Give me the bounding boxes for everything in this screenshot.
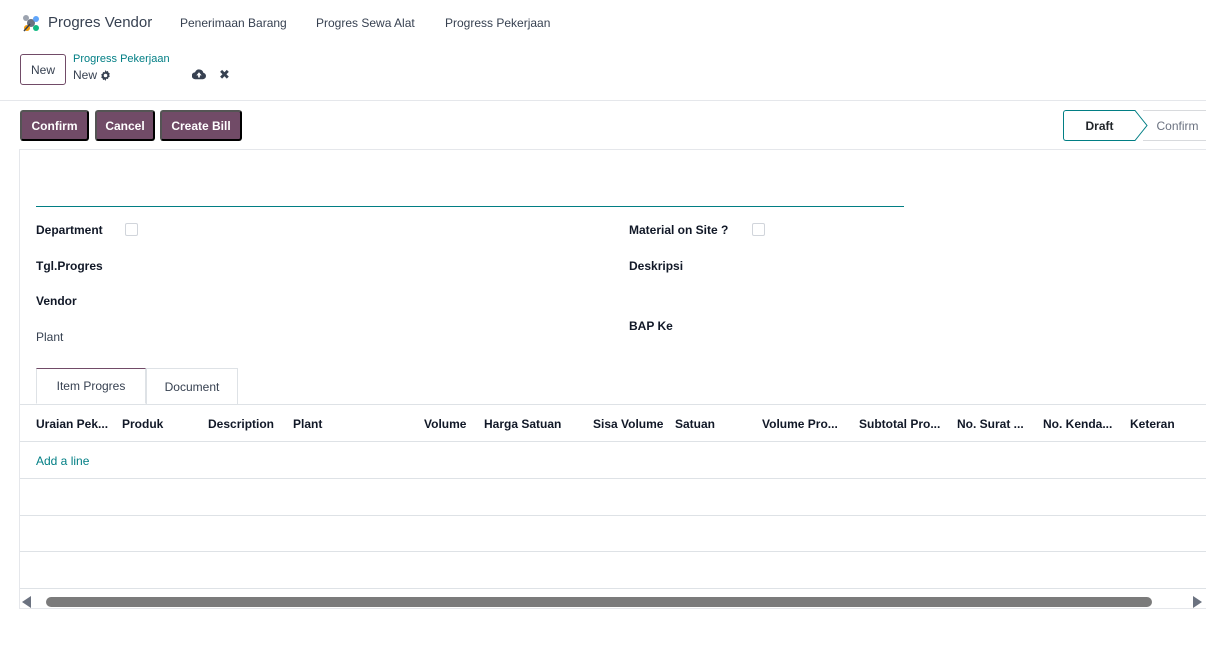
column-no-kendaraan[interactable]: No. Kenda... <box>1043 417 1112 431</box>
column-keterangan[interactable]: Keteran <box>1130 417 1204 431</box>
row-divider <box>20 588 1206 589</box>
header-divider <box>20 441 1206 442</box>
close-icon[interactable]: ✖ <box>219 67 230 83</box>
scroll-right-arrow-icon[interactable] <box>1193 596 1202 608</box>
menu-progress-pekerjaan[interactable]: Progress Pekerjaan <box>445 16 550 30</box>
tgl-progres-label: Tgl.Progres <box>36 259 103 273</box>
column-volume-progres[interactable]: Volume Pro... <box>762 417 838 431</box>
cloud-upload-icon[interactable] <box>192 68 206 80</box>
record-name: New <box>73 68 111 82</box>
name-input[interactable] <box>36 206 904 207</box>
new-button[interactable]: New <box>20 54 66 85</box>
column-produk[interactable]: Produk <box>122 417 163 431</box>
app-logo-icon[interactable] <box>20 12 42 34</box>
material-on-site-checkbox[interactable] <box>752 223 765 236</box>
gear-icon[interactable] <box>100 69 111 81</box>
app-title[interactable]: Progres Vendor <box>48 14 152 31</box>
status-confirm[interactable]: Confirm <box>1143 110 1206 141</box>
record-name-label: New <box>73 68 98 82</box>
tabs-divider <box>20 404 1206 405</box>
department-checkbox[interactable] <box>125 223 138 236</box>
deskripsi-label: Deskripsi <box>629 259 684 273</box>
separator <box>0 100 1206 101</box>
menu-penerimaan-barang[interactable]: Penerimaan Barang <box>180 16 287 30</box>
breadcrumb[interactable]: Progress Pekerjaan <box>73 53 170 65</box>
department-label: Department <box>36 223 103 237</box>
horizontal-scrollbar[interactable] <box>46 597 1152 607</box>
column-description[interactable]: Description <box>208 417 274 431</box>
cancel-button[interactable]: Cancel <box>95 110 155 141</box>
create-bill-button[interactable]: Create Bill <box>160 110 242 141</box>
column-subtotal-progres[interactable]: Subtotal Pro... <box>859 417 940 431</box>
table-row <box>20 516 1206 552</box>
scroll-left-arrow-icon[interactable] <box>22 596 31 608</box>
bap-ke-label: BAP Ke <box>629 319 673 333</box>
column-volume[interactable]: Volume <box>424 417 466 431</box>
tab-document[interactable]: Document <box>146 368 238 404</box>
status-arrow-icon <box>1125 110 1148 141</box>
plant-label: Plant <box>36 330 64 344</box>
table-row <box>20 479 1206 515</box>
material-on-site-label: Material on Site ? <box>629 223 729 237</box>
statusbar: Draft Confirm <box>1063 110 1206 141</box>
column-satuan[interactable]: Satuan <box>675 417 715 431</box>
column-uraian-pekerjaan[interactable]: Uraian Pek... <box>36 417 108 431</box>
column-harga-satuan[interactable]: Harga Satuan <box>484 417 561 431</box>
column-plant[interactable]: Plant <box>293 417 322 431</box>
confirm-button[interactable]: Confirm <box>20 110 89 141</box>
column-sisa-volume[interactable]: Sisa Volume <box>593 417 663 431</box>
column-no-surat[interactable]: No. Surat ... <box>957 417 1024 431</box>
add-line-link[interactable]: Add a line <box>36 454 89 468</box>
tab-item-progres[interactable]: Item Progres <box>36 368 146 404</box>
table-row <box>20 552 1206 588</box>
top-navbar: Progres Vendor Penerimaan Barang Progres… <box>0 0 1206 46</box>
vendor-label: Vendor <box>36 294 77 308</box>
menu-progres-sewa-alat[interactable]: Progres Sewa Alat <box>316 16 415 30</box>
